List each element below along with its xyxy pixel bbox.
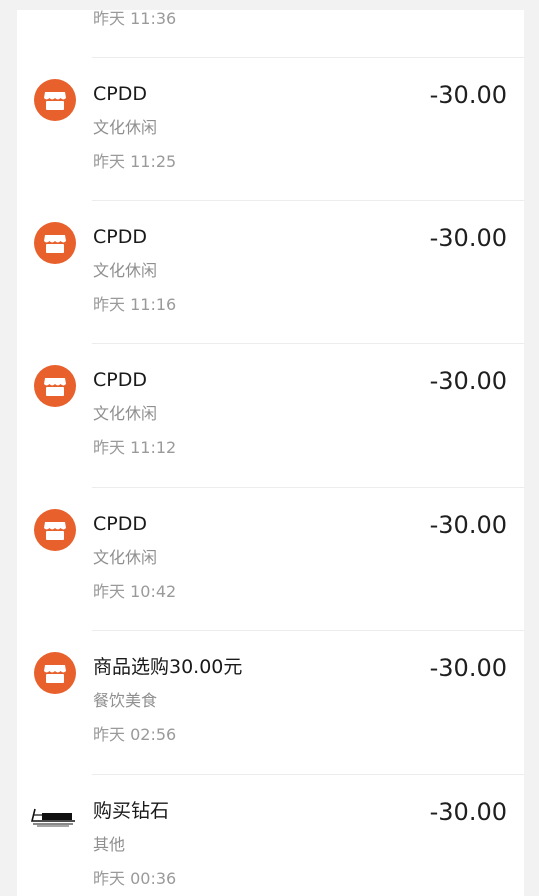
divider (92, 343, 524, 344)
transaction-time: 昨天 00:36 (93, 869, 177, 888)
transaction-category: 文化休闲 (93, 261, 158, 280)
transaction-row[interactable]: 商品选购30.00元 餐饮美食 昨天 02:56 -30.00 (17, 630, 524, 773)
transaction-time: 昨天 10:42 (93, 582, 177, 601)
transaction-title: CPDD (93, 369, 147, 391)
divider (92, 774, 524, 775)
store-icon (34, 222, 76, 264)
transaction-list: 昨天 11:36 CPDD 文化休闲 昨天 11:25 -30.00 CPDD … (17, 0, 524, 896)
transaction-time: 昨天 11:25 (93, 152, 177, 171)
transaction-amount: -30.00 (429, 81, 507, 109)
divider (92, 57, 524, 58)
transaction-row[interactable]: CPDD 文化休闲 昨天 11:12 -30.00 (17, 343, 524, 486)
transaction-amount: -30.00 (429, 511, 507, 539)
transaction-row[interactable]: CPDD 文化休闲 昨天 11:25 -30.00 (17, 57, 524, 200)
transaction-row[interactable]: CPDD 文化休闲 昨天 11:16 -30.00 (17, 200, 524, 343)
transaction-time: 昨天 11:16 (93, 295, 177, 314)
transaction-category: 文化休闲 (93, 404, 158, 423)
merchant-logo-icon (30, 806, 77, 828)
store-icon (34, 652, 76, 694)
store-icon (34, 365, 76, 407)
transaction-amount: -30.00 (429, 798, 507, 826)
transaction-row[interactable]: 购买钻石 其他 昨天 00:36 -30.00 (17, 774, 524, 896)
transaction-time: 昨天 11:12 (93, 438, 177, 457)
divider (92, 200, 524, 201)
transaction-category: 文化休闲 (93, 548, 158, 567)
transaction-title: 商品选购30.00元 (93, 656, 243, 678)
transaction-time: 昨天 02:56 (93, 725, 177, 744)
transaction-title: 购买钻石 (93, 800, 170, 822)
store-icon (34, 509, 76, 551)
transaction-category: 文化休闲 (93, 118, 158, 137)
divider (92, 487, 524, 488)
transaction-title: CPDD (93, 513, 147, 535)
transaction-amount: -30.00 (429, 367, 507, 395)
transaction-row[interactable]: CPDD 文化休闲 昨天 10:42 -30.00 (17, 487, 524, 630)
transaction-title: CPDD (93, 226, 147, 248)
transaction-amount: -30.00 (429, 224, 507, 252)
transaction-category: 餐饮美食 (93, 691, 158, 710)
transaction-title: CPDD (93, 83, 147, 105)
transaction-category: 其他 (93, 835, 126, 854)
transaction-time: 昨天 11:36 (93, 9, 177, 28)
divider (92, 630, 524, 631)
store-icon (34, 79, 76, 121)
transaction-amount: -30.00 (429, 654, 507, 682)
